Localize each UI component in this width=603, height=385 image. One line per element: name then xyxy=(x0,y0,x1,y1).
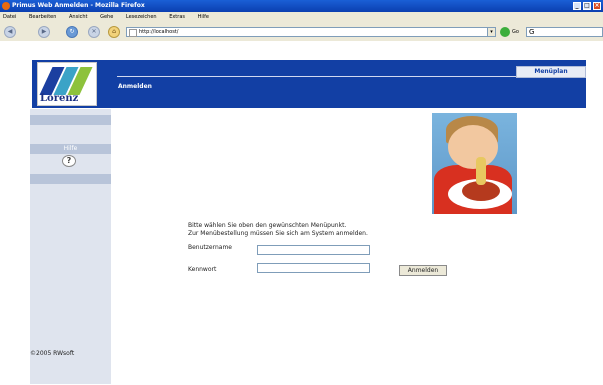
page-icon xyxy=(129,29,137,37)
forward-icon[interactable]: ▶ xyxy=(38,26,50,38)
username-field[interactable] xyxy=(257,245,370,255)
menu-item-ansicht[interactable]: Ansicht xyxy=(69,14,87,20)
login-message-line: Zur Menübestellung müssen Sie sich am Sy… xyxy=(188,230,368,237)
window-controls: _ □ × xyxy=(573,2,601,10)
go-icon[interactable] xyxy=(500,27,510,37)
logo-text: Lorenz xyxy=(40,93,79,104)
home-icon[interactable]: ⌂ xyxy=(108,26,120,38)
login-button[interactable]: Anmelden xyxy=(399,265,447,276)
search-input[interactable]: G xyxy=(526,27,603,37)
site-header: Lorenz Menüplan Anmelden xyxy=(32,60,586,108)
navigation-toolbar: ◀ ▶ ↻ ✕ ⌂ http://localhost/ ▾ Go G xyxy=(0,23,603,42)
firefox-icon xyxy=(2,2,10,10)
close-icon[interactable]: × xyxy=(593,2,601,10)
address-bar[interactable]: http://localhost/ xyxy=(126,27,496,37)
page-content: Lorenz Menüplan Anmelden Hilfe ? Bitte w… xyxy=(0,41,603,385)
sidebar-item-help[interactable]: Hilfe xyxy=(30,145,111,152)
password-label: Kennwort xyxy=(188,266,217,273)
stop-icon[interactable]: ✕ xyxy=(88,26,100,38)
section-title: Anmelden xyxy=(118,83,152,90)
go-button-label[interactable]: Go xyxy=(512,27,519,37)
menu-bar: Datei Bearbeiten Ansicht Gehe Lesezeiche… xyxy=(0,12,603,23)
tab-menueplan[interactable]: Menüplan xyxy=(516,66,586,78)
menu-item-extras[interactable]: Extras xyxy=(169,14,185,20)
reload-icon[interactable]: ↻ xyxy=(66,26,78,38)
address-dropdown-icon[interactable]: ▾ xyxy=(487,27,496,37)
login-message-line: Bitte wählen Sie oben den gewünschten Me… xyxy=(188,222,347,229)
back-icon[interactable]: ◀ xyxy=(4,26,16,38)
minimize-icon[interactable]: _ xyxy=(573,2,581,10)
boy-eating-pasta-image xyxy=(432,113,517,214)
password-field[interactable] xyxy=(257,263,370,273)
menu-item-gehe[interactable]: Gehe xyxy=(100,14,113,20)
window-title-bar: Primus Web Anmelden - Mozilla Firefox _ … xyxy=(0,0,603,12)
sidebar-band xyxy=(30,115,111,125)
menu-item-hilfe[interactable]: Hilfe xyxy=(198,14,209,20)
help-icon[interactable]: ? xyxy=(62,155,76,167)
menu-item-datei[interactable]: Datei xyxy=(3,14,16,20)
maximize-icon[interactable]: □ xyxy=(583,2,591,10)
company-logo: Lorenz xyxy=(37,62,97,106)
window-title: Primus Web Anmelden - Mozilla Firefox xyxy=(12,2,145,9)
sidebar-band xyxy=(30,174,111,184)
menu-item-bearbeiten[interactable]: Bearbeiten xyxy=(29,14,56,20)
address-text: http://localhost/ xyxy=(139,29,179,35)
username-label: Benutzername xyxy=(188,244,232,251)
login-message: Bitte wählen Sie oben den gewünschten Me… xyxy=(188,222,368,238)
menu-item-lesezeichen[interactable]: Lesezeichen xyxy=(126,14,157,20)
copyright-text: ©2005 RWsoft xyxy=(30,350,75,357)
sidebar: Hilfe ? xyxy=(30,109,111,384)
